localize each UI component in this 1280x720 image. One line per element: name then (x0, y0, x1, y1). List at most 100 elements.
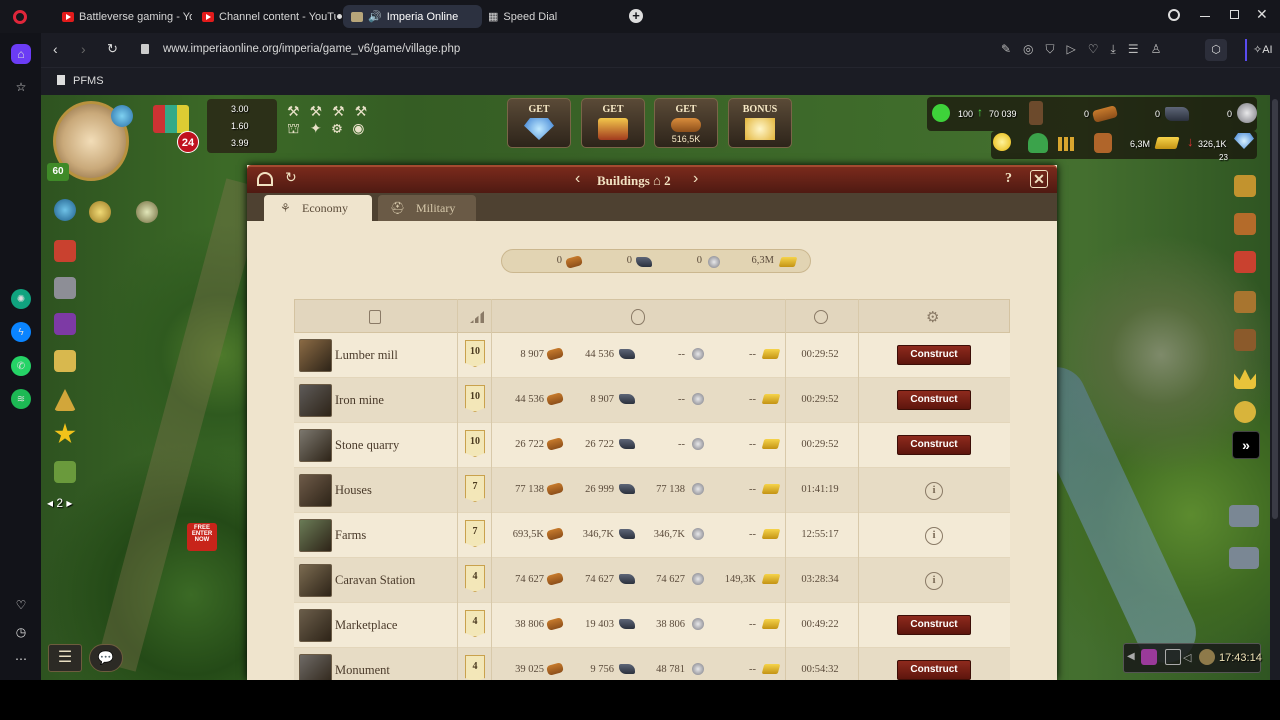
home-icon[interactable]: ⌂ (11, 44, 31, 64)
event-icon[interactable] (1141, 649, 1157, 665)
treasury-icon[interactable] (1234, 213, 1256, 235)
chest-small-icon[interactable] (1234, 291, 1256, 313)
axe-icon[interactable] (1229, 547, 1259, 569)
more-icon[interactable]: ⋯ (11, 649, 31, 669)
search-tabs-icon[interactable] (1168, 9, 1180, 21)
building-image[interactable] (299, 564, 332, 597)
globe-icon[interactable] (111, 105, 133, 127)
crown-icon[interactable] (54, 240, 76, 262)
help-icon[interactable]: ? (1005, 171, 1012, 187)
refresh-icon[interactable]: ↻ (285, 169, 297, 186)
flag-icon[interactable] (153, 105, 189, 133)
happiness-icon[interactable] (932, 104, 950, 122)
quest-icon[interactable] (1234, 175, 1256, 197)
crown-gold-icon[interactable] (1234, 369, 1256, 389)
tab-speed-dial[interactable]: ▦ Speed Dial (480, 5, 600, 28)
tab-imperia-online[interactable]: 🔊 Imperia Online (343, 5, 482, 28)
spotify-icon[interactable]: ≋ (11, 389, 31, 409)
building-image[interactable] (299, 429, 332, 462)
building-name[interactable]: Lumber mill (335, 348, 398, 363)
construct-button[interactable]: Construct (897, 345, 971, 365)
bookmark-pfms[interactable]: PFMS (57, 75, 104, 87)
collapse-arrow-icon[interactable]: ◀ (1127, 651, 1135, 662)
info-icon[interactable]: i (925, 482, 943, 500)
chatgpt-icon[interactable]: ✺ (11, 289, 31, 309)
building-image[interactable] (299, 384, 332, 417)
messenger-icon[interactable]: ϟ (11, 322, 31, 342)
sound-icon[interactable]: ◁ (1183, 651, 1191, 664)
calendar-icon[interactable] (1165, 649, 1181, 665)
ai-button[interactable]: ✧AI (1245, 39, 1279, 61)
helmet-icon[interactable] (1028, 133, 1048, 153)
url-field[interactable]: www.imperiaonline.org/imperia/game_v6/ga… (163, 43, 460, 55)
pin-icon[interactable]: ☆ (11, 77, 31, 97)
close-window-button[interactable]: ✕ (1256, 6, 1268, 23)
extensions-icon[interactable]: ⬡ (1205, 39, 1227, 61)
building-name[interactable]: Stone quarry (335, 438, 399, 453)
fast-forward-icon[interactable]: » (1232, 431, 1260, 459)
barrel-icon[interactable] (1234, 329, 1256, 351)
info-icon[interactable]: i (925, 572, 943, 590)
close-icon[interactable]: ✕ (1030, 170, 1048, 188)
tab-military[interactable]: ⛑ Military (378, 195, 476, 221)
back-icon[interactable]: ‹ (53, 41, 58, 57)
ledger-icon[interactable] (54, 461, 76, 483)
chat-button[interactable]: 💬 (89, 644, 123, 672)
search-map-icon[interactable] (136, 201, 158, 223)
table-row[interactable]: Lumber mill 10 8 907 44 536 -- -- 00:29:52 Cons… (294, 333, 1010, 378)
table-row[interactable]: Farms 7 693,5K 346,7K 346,7K -- 12:55:17 i (294, 513, 1010, 558)
history-icon[interactable]: ◷ (11, 622, 31, 642)
table-row[interactable]: Iron mine 10 44 536 8 907 -- -- 00:29:52 Constr… (294, 378, 1010, 423)
sun-icon[interactable] (993, 133, 1011, 151)
book-icon[interactable] (54, 350, 76, 372)
restore-button[interactable] (1230, 10, 1239, 19)
building-image[interactable] (299, 654, 332, 680)
building-name[interactable]: Farms (335, 528, 366, 543)
star-icon[interactable] (54, 423, 76, 444)
bonus-button[interactable]: BONUS (728, 98, 792, 148)
table-row[interactable]: Caravan Station 4 74 627 74 627 74 627 149,3K… (294, 558, 1010, 603)
table-row[interactable]: Houses 7 77 138 26 999 77 138 -- 01:41:19 i (294, 468, 1010, 513)
speaker-icon[interactable]: 🔊 (368, 10, 382, 23)
building-name[interactable]: Monument (335, 663, 390, 678)
next-page-icon[interactable]: › (693, 170, 698, 188)
prev-page-icon[interactable]: ‹ (575, 170, 580, 188)
building-name[interactable]: Marketplace (335, 618, 397, 633)
knight-icon[interactable] (54, 277, 76, 299)
building-image[interactable] (299, 519, 332, 552)
moon-icon[interactable] (1199, 649, 1215, 665)
worker-icon[interactable] (1029, 101, 1043, 125)
building-name[interactable]: Caravan Station (335, 573, 415, 588)
building-name[interactable]: Houses (335, 483, 372, 498)
reload-icon[interactable]: ↻ (107, 41, 118, 57)
shop-icon[interactable] (1234, 251, 1256, 273)
get-chest-button[interactable]: GET (581, 98, 645, 148)
diplomacy-icon[interactable] (54, 199, 76, 221)
opera-logo-icon[interactable] (13, 10, 27, 24)
stats-bars-icon[interactable] (1058, 137, 1074, 151)
building-name[interactable]: Iron mine (335, 393, 384, 408)
page-scrollbar[interactable] (1270, 95, 1280, 680)
table-row[interactable]: Stone quarry 10 26 722 26 722 -- -- 00:29:52 Co… (294, 423, 1010, 468)
menu-button[interactable]: ☰ (48, 644, 82, 672)
forward-icon[interactable]: › (81, 41, 86, 57)
construct-button[interactable]: Construct (897, 660, 971, 680)
building-image[interactable] (299, 339, 332, 372)
building-image[interactable] (299, 474, 332, 507)
tab-channel-content[interactable]: Channel content - YouTub (194, 5, 336, 28)
tab-economy[interactable]: ⚘ Economy (264, 195, 372, 221)
get-diamonds-button[interactable]: GET (507, 98, 571, 148)
construct-button[interactable]: Construct (897, 435, 971, 455)
left-page-indicator[interactable]: ◂ 2 ▸ (47, 496, 72, 510)
table-row[interactable]: Monument 4 39 025 9 756 48 781 -- 00:54:32 Cons… (294, 648, 1010, 680)
banner-icon[interactable] (54, 313, 76, 335)
alert-icon[interactable] (89, 201, 111, 223)
heart-icon[interactable]: ♡ (11, 595, 31, 615)
scroll-thumb[interactable] (1272, 99, 1278, 519)
minimize-button[interactable] (1200, 16, 1210, 17)
lock-icon[interactable] (141, 44, 149, 54)
construct-button[interactable]: Construct (897, 390, 971, 410)
new-tab-button[interactable]: + (629, 9, 643, 23)
catapult-icon[interactable] (1229, 505, 1259, 527)
construct-button[interactable]: Construct (897, 615, 971, 635)
